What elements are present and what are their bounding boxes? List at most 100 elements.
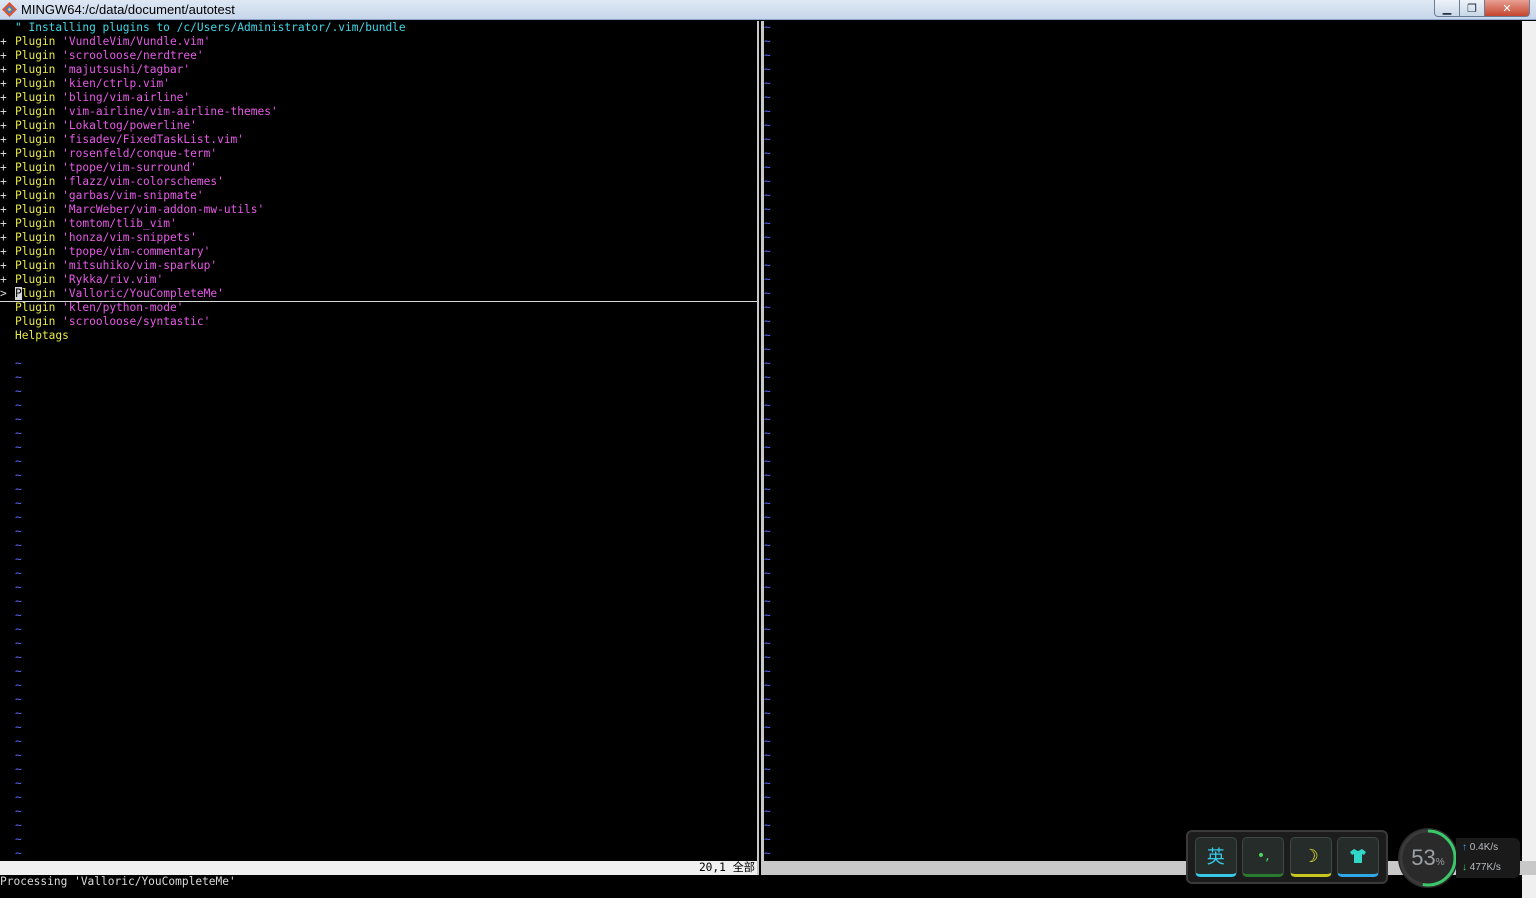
empty-line-tilde: ~ <box>15 399 22 412</box>
code-line[interactable]: + Plugin 'MarcWeber/vim-addon-mw-utils' <box>0 203 264 217</box>
minimize-icon: ▁ <box>1442 1 1452 15</box>
comment-line[interactable]: " Installing plugins to /c/Users/Adminis… <box>0 21 406 35</box>
empty-line-tilde: ~ <box>764 483 771 496</box>
empty-line-tilde: ~ <box>764 819 771 832</box>
code-line[interactable]: > Plugin 'Valloric/YouCompleteMe' <box>0 287 757 302</box>
empty-line-tilde: ~ <box>764 833 771 846</box>
code-line[interactable]: + Plugin 'Rykka/riv.vim' <box>0 273 163 287</box>
plugin-name-string: 'tpope/vim-commentary' <box>62 245 211 258</box>
empty-line-tilde: ~ <box>764 259 771 272</box>
vundle-installer-pane[interactable]: " Installing plugins to /c/Users/Adminis… <box>0 21 757 861</box>
code-line[interactable]: Helptags <box>0 329 69 343</box>
code-line[interactable]: + Plugin 'tomtom/tlib_vim' <box>0 217 177 231</box>
cpu-usage-widget[interactable]: 53% <box>1398 828 1458 888</box>
code-line[interactable]: + Plugin 'fisadev/FixedTaskList.vim' <box>0 133 244 147</box>
code-line[interactable]: + Plugin 'mitsuhiko/vim-sparkup' <box>0 259 217 273</box>
empty-line-tilde: ~ <box>764 175 771 188</box>
empty-line-tilde: ~ <box>15 847 22 860</box>
code-line[interactable]: + Plugin 'vim-airline/vim-airline-themes' <box>0 105 278 119</box>
vertical-split-separator[interactable] <box>757 21 764 875</box>
window-scrollbar[interactable] <box>1522 21 1536 898</box>
line-gutter-marker: + <box>0 119 7 132</box>
empty-line-tilde: ~ <box>764 693 771 706</box>
empty-line-tilde: ~ <box>764 455 771 468</box>
line-gutter-marker: + <box>0 203 7 216</box>
empty-line-tilde: ~ <box>15 539 22 552</box>
empty-line-tilde: ~ <box>764 133 771 146</box>
upload-speed: ↑ 0.4K/s <box>1462 842 1498 853</box>
mingw-app-icon[interactable] <box>2 2 17 17</box>
empty-line-tilde: ~ <box>15 413 22 426</box>
code-line[interactable]: + Plugin 'majutsushi/tagbar' <box>0 63 190 77</box>
keyword-text: Plugin <box>15 147 56 160</box>
plugin-name-string: 'flazz/vim-colorschemes' <box>62 175 224 188</box>
keyword-text: Plugin <box>15 91 56 104</box>
keyword-text: Plugin <box>15 231 56 244</box>
unnamed-buffer-pane[interactable]: ~ ~ ~ ~ ~ ~ ~ ~ ~ ~ ~ ~ ~ ~ ~ ~ ~ ~ ~ ~ ~ ~ ~ ~ ~ ~ ~ ~ ~ ~ ~ ~ ~ ~ ~ ~ ~ ~ ~ ~… <box>764 21 1522 861</box>
left-status-line: [Vundle] Installer[-][只读] [unix] (07:59 … <box>0 861 757 888</box>
code-line[interactable]: + Plugin 'VundleVim/Vundle.vim' <box>0 35 210 49</box>
empty-line-tilde: ~ <box>764 161 771 174</box>
code-line[interactable]: + Plugin 'Lokaltog/powerline' <box>0 119 197 133</box>
empty-line-tilde: ~ <box>764 665 771 678</box>
keyword-text: Plugin <box>15 105 56 118</box>
empty-line-tilde: ~ <box>15 483 22 496</box>
empty-line-tilde: ~ <box>764 469 771 482</box>
cpu-percent: 53 <box>1411 845 1436 870</box>
code-line[interactable]: + Plugin 'tpope/vim-surround' <box>0 161 197 175</box>
empty-line-tilde: ~ <box>764 273 771 286</box>
cursor-position: 20,1 全部 <box>698 861 755 874</box>
code-line[interactable]: + Plugin 'flazz/vim-colorschemes' <box>0 175 224 189</box>
empty-line-tilde: ~ <box>15 707 22 720</box>
empty-line-tilde: ~ <box>764 147 771 160</box>
code-line[interactable]: Plugin 'scrooloose/syntastic' <box>0 315 210 329</box>
code-line[interactable]: + Plugin 'kien/ctrlp.vim' <box>0 77 170 91</box>
close-icon: ✕ <box>1502 1 1512 15</box>
minimize-button[interactable]: ▁ <box>1434 0 1460 17</box>
empty-line-tilde: ~ <box>764 371 771 384</box>
code-line[interactable]: + Plugin 'rosenfeld/conque-term' <box>0 147 217 161</box>
line-gutter-marker: > <box>0 287 7 300</box>
plugin-name-string: 'MarcWeber/vim-addon-mw-utils' <box>62 203 265 216</box>
keyword-text: Plugin <box>15 315 56 328</box>
window-controls: ▁ ❐ ✕ <box>1434 0 1530 17</box>
right-status-text: [未命名] [unix] (07:59 01/01/1970) <box>790 875 1014 888</box>
empty-line-tilde: ~ <box>764 497 771 510</box>
empty-line-tilde: ~ <box>764 721 771 734</box>
empty-line-tilde: ~ <box>764 343 771 356</box>
keyword-text: Plugin <box>15 189 56 202</box>
command-line[interactable]: Processing 'Valloric/YouCompleteMe' <box>0 875 236 889</box>
ime-halfwidth-toggle[interactable]: ☽ <box>1289 837 1332 877</box>
maximize-icon: ❐ <box>1467 1 1477 15</box>
ime-skin-button[interactable] <box>1337 837 1380 877</box>
empty-line-tilde: ~ <box>15 805 22 818</box>
title-bar[interactable]: MINGW64:/c/data/document/autotest ▁ ❐ ✕ <box>0 0 1536 20</box>
empty-line-tilde: ~ <box>764 763 771 776</box>
code-line[interactable]: + Plugin 'garbas/vim-snipmate' <box>0 189 204 203</box>
close-button[interactable]: ✕ <box>1485 0 1530 17</box>
empty-line-tilde: ~ <box>764 679 771 692</box>
code-line[interactable]: + Plugin 'bling/vim-airline' <box>0 91 190 105</box>
empty-line-tilde: ~ <box>15 455 22 468</box>
ime-punctuation-toggle[interactable]: •, <box>1242 837 1285 877</box>
ime-language-toggle[interactable]: 英 <box>1194 837 1237 877</box>
empty-line-tilde: ~ <box>764 735 771 748</box>
code-line[interactable] <box>0 343 15 357</box>
code-line[interactable]: + Plugin 'scrooloose/nerdtree' <box>0 49 204 63</box>
punctuation-icon: •, <box>1256 848 1270 864</box>
empty-line-tilde: ~ <box>764 77 771 90</box>
network-speed-widget[interactable]: ↑ 0.4K/s ↓ 477K/s <box>1456 838 1520 878</box>
empty-line-tilde: ~ <box>15 371 22 384</box>
plugin-name-string: 'VundleVim/Vundle.vim' <box>62 35 211 48</box>
code-line[interactable]: Plugin 'klen/python-mode' <box>0 301 183 315</box>
empty-line-tilde: ~ <box>764 329 771 342</box>
empty-line-tilde: ~ <box>764 315 771 328</box>
split-divider-line <box>759 21 761 875</box>
empty-line-tilde: ~ <box>15 819 22 832</box>
maximize-button[interactable]: ❐ <box>1460 0 1485 17</box>
code-line[interactable]: + Plugin 'honza/vim-snippets' <box>0 231 197 245</box>
keyword-text: Plugin <box>15 259 56 272</box>
empty-line-tilde: ~ <box>15 581 22 594</box>
plugin-name-string: 'Valloric/YouCompleteMe' <box>62 287 224 300</box>
code-line[interactable]: + Plugin 'tpope/vim-commentary' <box>0 245 210 259</box>
